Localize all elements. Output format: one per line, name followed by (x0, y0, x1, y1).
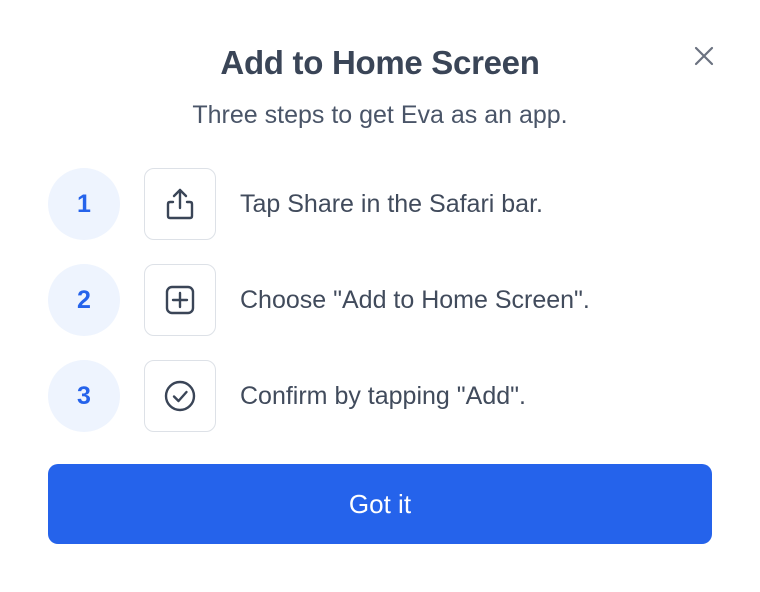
step-text: Tap Share in the Safari bar. (240, 189, 543, 218)
step-text: Confirm by tapping "Add". (240, 381, 526, 410)
step-number: 1 (48, 168, 120, 240)
step-icon-box (144, 168, 216, 240)
close-button[interactable] (688, 40, 720, 72)
got-it-button[interactable]: Got it (48, 464, 712, 544)
step-icon-box (144, 360, 216, 432)
add-square-icon (165, 285, 195, 315)
step-number: 3 (48, 360, 120, 432)
dialog-subtitle: Three steps to get Eva as an app. (192, 101, 568, 129)
step-1: 1 Tap Share in the Safari bar. (48, 168, 712, 240)
share-icon (166, 188, 194, 220)
step-number: 2 (48, 264, 120, 336)
add-to-home-screen-dialog: Add to Home Screen Three steps to get Ev… (0, 0, 760, 592)
check-circle-icon (164, 380, 196, 412)
step-2: 2 Choose "Add to Home Screen". (48, 264, 712, 336)
step-icon-box (144, 264, 216, 336)
dialog-title: Add to Home Screen (220, 44, 540, 81)
close-icon (694, 46, 714, 66)
step-text: Choose "Add to Home Screen". (240, 285, 590, 314)
step-3: 3 Confirm by tapping "Add". (48, 360, 712, 432)
